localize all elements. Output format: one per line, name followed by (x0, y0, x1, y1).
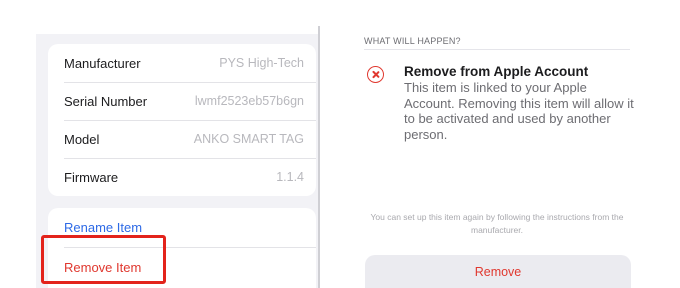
remove-button[interactable]: Remove (365, 255, 631, 288)
warning-description: This item is linked to your Apple Accoun… (404, 80, 634, 142)
warning-title: Remove from Apple Account (404, 64, 589, 79)
device-details-pane: Manufacturer PYS High-Tech Serial Number… (0, 0, 320, 288)
info-value: ANKO SMART TAG (193, 132, 304, 146)
remove-confirmation-pane: WHAT WILL HAPPEN? Remove from Apple Acco… (320, 0, 680, 288)
info-value: lwmf2523eb57b6gn (194, 94, 304, 108)
info-label: Model (64, 131, 100, 147)
info-row-manufacturer: Manufacturer PYS High-Tech (48, 44, 316, 82)
info-label: Manufacturer (64, 55, 141, 71)
info-row-model: Model ANKO SMART TAG (48, 120, 316, 158)
x-circle-icon (367, 66, 384, 83)
info-value: PYS High-Tech (219, 56, 304, 70)
highlight-annotation (41, 235, 166, 284)
divider (364, 49, 630, 50)
info-row-serial-number: Serial Number lwmf2523eb57b6gn (48, 82, 316, 120)
device-info-card: Manufacturer PYS High-Tech Serial Number… (48, 44, 316, 196)
section-header: WHAT WILL HAPPEN? (364, 36, 461, 46)
info-label: Serial Number (64, 93, 148, 109)
info-row-firmware: Firmware 1.1.4 (48, 158, 316, 196)
info-value: 1.1.4 (276, 170, 304, 184)
info-label: Firmware (64, 169, 119, 185)
footer-note: You can set up this item again by follow… (370, 212, 624, 235)
